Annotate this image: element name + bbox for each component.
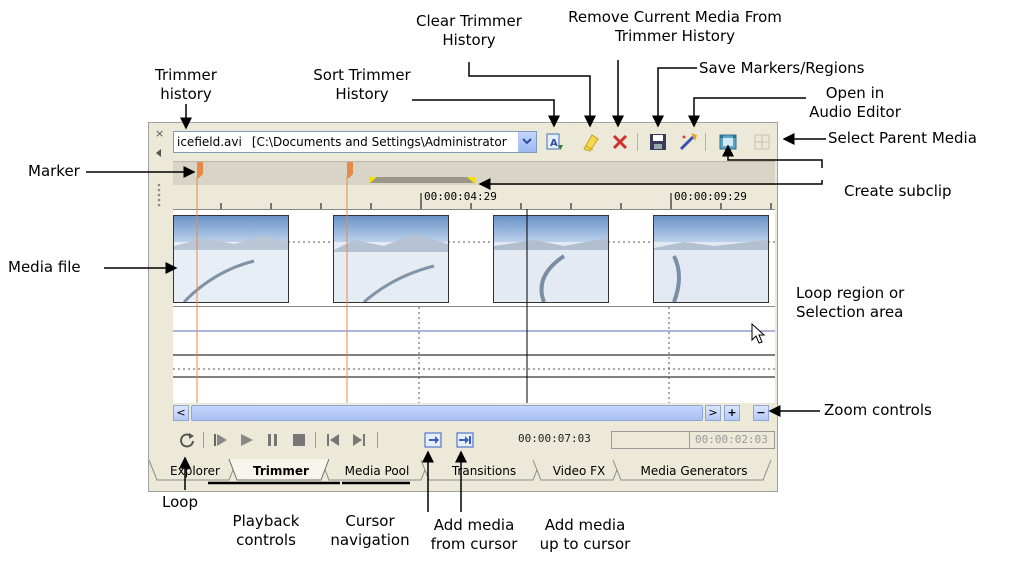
callout-add-from-cursor: Add media from cursor (422, 516, 526, 554)
callout-line: History (335, 85, 389, 103)
callout-line: Clear Trimmer (416, 12, 522, 30)
callout-save-markers: Save Markers/Regions (699, 59, 865, 77)
callout-trimmer-history: Trimmer history (132, 66, 240, 104)
callout-line: history (160, 85, 212, 103)
callout-clear-history: Clear Trimmer History (412, 12, 526, 50)
callout-select-parent: Select Parent Media (828, 129, 977, 147)
callout-line: Add media (544, 516, 626, 534)
callout-line: Playback (232, 512, 300, 530)
callout-line: Open in (825, 84, 885, 102)
callout-add-up-to-cursor: Add media up to cursor (526, 516, 644, 554)
callout-line: Sort Trimmer (313, 66, 411, 84)
callout-cursor-navigation: Cursor navigation (318, 512, 422, 550)
callout-sort-history: Sort Trimmer History (306, 66, 418, 104)
callout-line: Selection area (796, 303, 904, 321)
callout-line: Audio Editor (809, 103, 901, 121)
callout-line: from cursor (430, 535, 518, 553)
callout-line: History (442, 31, 496, 49)
callout-line: Trimmer History (614, 27, 736, 45)
callout-open-audio-editor: Open in Audio Editor (804, 84, 906, 122)
callout-loop-region: Loop region or Selection area (796, 284, 904, 322)
callout-line: Trimmer (155, 66, 217, 84)
callout-playback-controls: Playback controls (226, 512, 306, 550)
callout-create-subclip: Create subclip (844, 182, 952, 200)
callout-line: Add media (433, 516, 515, 534)
callout-loop: Loop (162, 493, 198, 511)
callout-remove-media: Remove Current Media From Trimmer Histor… (552, 8, 798, 46)
callout-line: navigation (330, 531, 410, 549)
callout-line: Loop region or (796, 284, 905, 302)
callout-line: Remove Current Media From (568, 8, 782, 26)
callout-line: up to cursor (539, 535, 631, 553)
callout-marker: Marker (28, 162, 80, 180)
callout-line: controls (236, 531, 296, 549)
callout-line: Cursor (345, 512, 395, 530)
callout-media-file: Media file (8, 258, 81, 276)
callout-zoom-controls: Zoom controls (824, 401, 932, 419)
